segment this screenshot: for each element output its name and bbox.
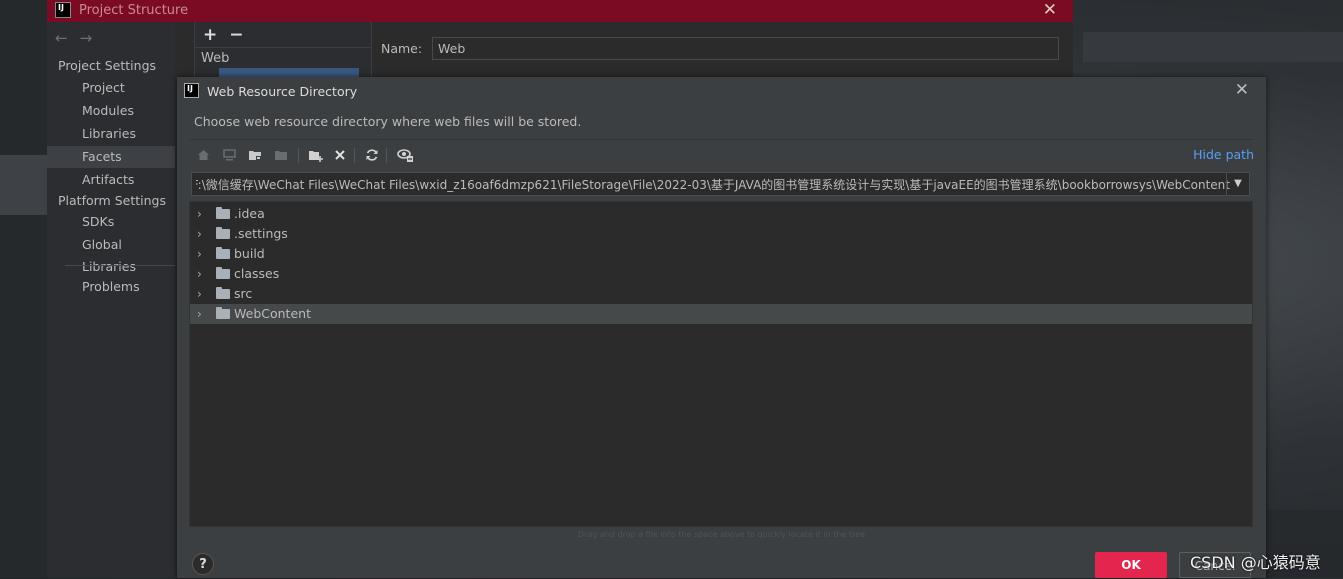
intellij-logo-icon: IJ <box>184 83 199 98</box>
chevron-right-icon[interactable]: › <box>197 224 202 244</box>
chevron-right-icon[interactable]: › <box>197 284 202 304</box>
csdn-watermark: CSDN @心猿码意 <box>1190 553 1321 572</box>
chevron-right-icon[interactable]: › <box>197 304 202 324</box>
drag-drop-hint: Drag and drop a file into the space abov… <box>577 530 866 539</box>
tree-row-label: src <box>234 286 253 301</box>
facets-panel: + − Web <box>194 22 372 82</box>
intellij-logo-icon: IJ <box>55 2 71 18</box>
toolbar-separator <box>354 148 355 163</box>
chevron-right-icon[interactable]: › <box>197 244 202 264</box>
help-button[interactable]: ? <box>192 553 214 575</box>
folder-icon <box>216 247 230 259</box>
tree-row-label: .idea <box>234 206 265 221</box>
hide-path-link[interactable]: Hide path <box>1193 147 1254 162</box>
sidebar-divider <box>65 265 175 266</box>
tree-row[interactable]: › .settings <box>190 224 1252 244</box>
sidebar-item-sdks[interactable]: SDKs <box>47 211 175 233</box>
project-settings-heading: Project Settings <box>58 58 157 73</box>
new-folder-icon[interactable] <box>306 145 324 165</box>
chevron-down-icon[interactable]: ▼ <box>1226 173 1249 195</box>
toolbar-separator <box>386 148 387 163</box>
window-close-icon[interactable]: ✕ <box>1043 0 1057 20</box>
path-combobox[interactable]: ▼ <box>191 172 1250 196</box>
name-field[interactable]: Web <box>432 37 1059 60</box>
project-folder-icon[interactable] <box>246 145 264 165</box>
refresh-icon[interactable] <box>363 145 381 165</box>
folder-icon <box>216 307 230 319</box>
toolbar-separator <box>298 148 299 163</box>
sidebar-item-project[interactable]: Project <box>47 77 175 99</box>
desktop-background-left <box>0 0 47 578</box>
tree-row-selected[interactable]: › WebContent <box>190 304 1252 324</box>
facets-toolbar-divider <box>195 47 371 48</box>
folder-icon <box>216 207 230 219</box>
facet-item-web[interactable]: Web <box>201 51 229 66</box>
directory-tree[interactable]: › .idea › .settings › build › classes › … <box>189 201 1253 527</box>
platform-settings-heading: Platform Settings <box>58 193 166 208</box>
folder-icon <box>216 287 230 299</box>
forward-arrow-icon[interactable]: → <box>80 29 93 47</box>
tree-row[interactable]: › build <box>190 244 1252 264</box>
dialog-description: Choose web resource directory where web … <box>194 114 582 129</box>
tree-row[interactable]: › .idea <box>190 204 1252 224</box>
tree-row-label: classes <box>234 266 280 281</box>
dialog-divider <box>189 139 1254 140</box>
name-label: Name: <box>381 41 423 56</box>
ok-button[interactable]: OK <box>1095 552 1167 578</box>
settings-sidebar: ← → Project Settings Project Modules Libr… <box>47 22 175 578</box>
module-folder-icon[interactable] <box>272 145 290 165</box>
tree-row-label: build <box>234 246 265 261</box>
back-arrow-icon[interactable]: ← <box>55 29 68 47</box>
dialog-titlebar: IJ Web Resource Directory ✕ <box>177 77 1266 105</box>
project-structure-titlebar: IJ Project Structure ✕ <box>47 0 1073 22</box>
dialog-close-icon[interactable]: ✕ <box>1235 80 1249 100</box>
web-resource-directory-dialog: IJ Web Resource Directory ✕ Choose web r… <box>177 77 1266 578</box>
tree-row[interactable]: › classes <box>190 264 1252 284</box>
remove-facet-icon[interactable]: − <box>229 25 243 45</box>
sidebar-item-problems[interactable]: Problems <box>47 276 175 298</box>
home-icon[interactable] <box>194 145 212 165</box>
sidebar-item-facets[interactable]: Facets <box>47 146 175 168</box>
chevron-right-icon[interactable]: › <box>197 204 202 224</box>
path-input[interactable] <box>192 173 1234 195</box>
sidebar-item-artifacts[interactable]: Artifacts <box>47 169 175 191</box>
folder-icon <box>216 267 230 279</box>
tree-row-label: .settings <box>234 226 288 241</box>
sidebar-item-modules[interactable]: Modules <box>47 100 175 122</box>
tree-row-label: WebContent <box>234 306 311 321</box>
window-title: Project Structure <box>79 3 189 18</box>
add-facet-icon[interactable]: + <box>203 25 217 45</box>
desktop-icon[interactable] <box>220 145 238 165</box>
chevron-right-icon[interactable]: › <box>197 264 202 284</box>
sidebar-item-global-libraries[interactable]: Global Libraries <box>47 234 175 274</box>
folder-icon <box>216 227 230 239</box>
dialog-title: Web Resource Directory <box>207 84 358 99</box>
facets-toolbar: + − <box>203 25 256 45</box>
history-nav: ← → <box>55 29 104 47</box>
sidebar-item-libraries[interactable]: Libraries <box>47 123 175 145</box>
show-hidden-icon[interactable] <box>396 145 414 165</box>
delete-icon[interactable] <box>331 145 349 165</box>
tree-row[interactable]: › src <box>190 284 1252 304</box>
